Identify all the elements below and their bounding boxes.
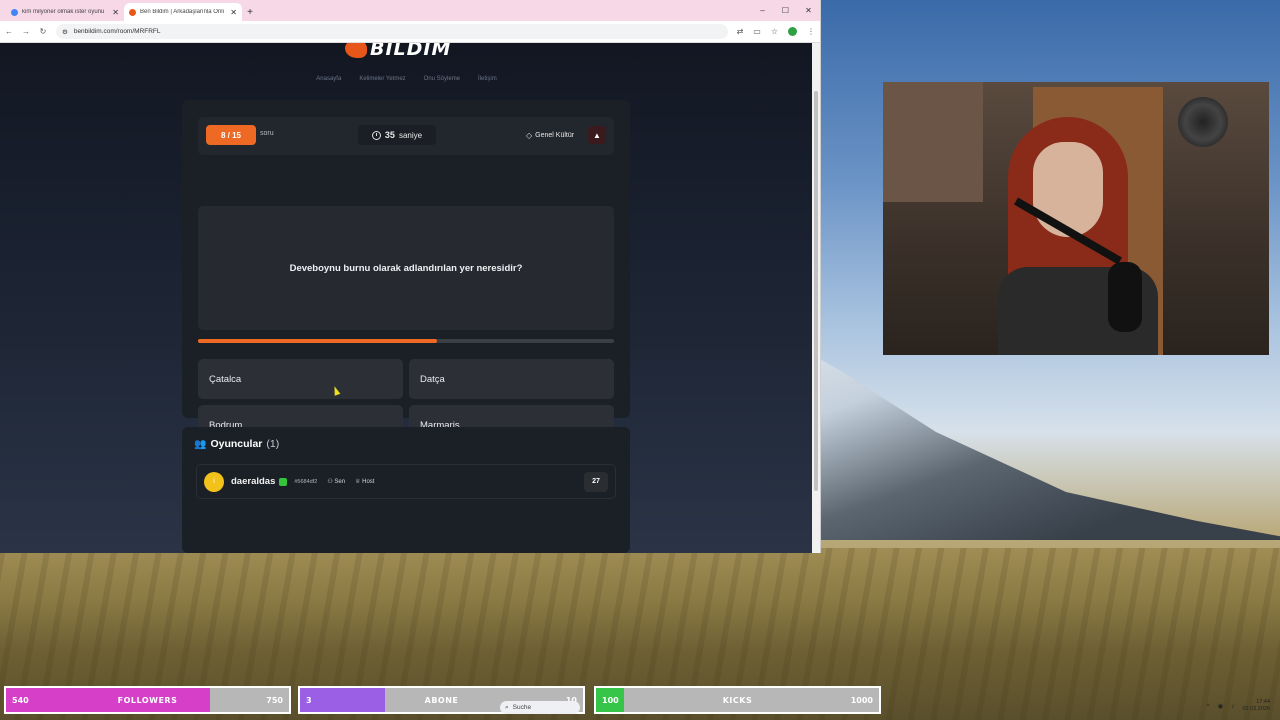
browser-toolbar: ← → ↻ ⚙ benbildim.com/room/MRFRFL ⇄ ▭ ☆ … [0, 21, 820, 43]
webcam-streamer [988, 117, 1168, 355]
logo-mark-icon [345, 43, 367, 58]
players-count: (1) [266, 438, 280, 450]
close-window-button[interactable]: ✕ [797, 0, 820, 21]
reload-icon[interactable]: ↻ [39, 27, 47, 36]
network-icon[interactable]: ◉ [1218, 702, 1224, 710]
tab-kim-milyoner[interactable]: kim milyoner olmak ister oyunu ✕ [6, 3, 124, 21]
goal-followers: 540 FOLLOWERS 750 [4, 686, 291, 714]
toolbar-actions: ⇄ ▭ ☆ ⋮ [737, 27, 815, 36]
webcam-shelf [883, 82, 983, 202]
back-icon[interactable]: ← [5, 27, 13, 36]
cast-icon[interactable]: ▭ [753, 27, 761, 36]
streamer-face [1033, 142, 1103, 237]
player-avatar: i [204, 471, 224, 492]
site-info-icon[interactable]: ⚙ [62, 28, 68, 36]
site-logo[interactable]: BILDIM [345, 43, 451, 61]
tab-close-icon[interactable]: ✕ [112, 8, 119, 17]
clock-icon [371, 130, 381, 140]
goal-kicks-target: 1000 [850, 696, 873, 705]
question-counter-label: soru [260, 130, 274, 137]
search-icon: ⌕ [505, 703, 509, 711]
goal-followers-target: 750 [266, 696, 283, 705]
tab-title: Ben Bildim | Arkadaşlarınla Onli [140, 9, 224, 15]
question-counter: 8 / 15 [206, 125, 256, 145]
site-nav: Anasayfa Kelimeler Yetmez Onu Söyleme İl… [0, 76, 813, 82]
page-scrollbar[interactable] [812, 43, 820, 553]
nav-onu-soyleme[interactable]: Onu Söyleme [424, 76, 460, 82]
webcam-overlay [883, 82, 1269, 355]
users-icon: 👥 [194, 438, 207, 450]
forward-icon[interactable]: → [22, 27, 30, 36]
nav-kelimeler-yetmez[interactable]: Kelimeler Yetmez [359, 76, 405, 82]
minimize-button[interactable]: – [751, 0, 774, 21]
player-row: i daeraldas #5684df2 ⚇ Sen ♕ Host 27 [196, 464, 616, 499]
user-icon: ⚇ [327, 479, 333, 485]
players-header: 👥 Oyuncular (1) [194, 438, 279, 450]
volume-icon[interactable]: ♪ [1231, 703, 1234, 710]
maximize-button[interactable]: ☐ [774, 0, 797, 21]
question-text: Deveboynu burnu olarak adlandırılan yer … [289, 262, 523, 274]
taskbar-date: 02.03.2026 [1242, 706, 1270, 712]
taskbar-clock[interactable]: 17:44 02.03.2026 [1242, 699, 1270, 713]
timer: 35 saniye [358, 125, 436, 145]
nav-iletisim[interactable]: İletişim [478, 76, 497, 82]
player-tag-host: ♕ Host [355, 478, 374, 485]
scrollbar-thumb[interactable] [814, 91, 818, 491]
taskbar-search[interactable]: ⌕ Suche [500, 701, 580, 714]
game-card: 8 / 15 soru 35 saniye ◇ Genel Kültür ▲ D… [182, 100, 630, 445]
time-progress-fill [198, 339, 438, 343]
browser-window: kim milyoner olmak ister oyunu ✕ Ben Bil… [0, 0, 821, 553]
page-content: BILDIM Anasayfa Kelimeler Yetmez Onu Söy… [0, 43, 813, 553]
time-progress-bar [198, 339, 614, 343]
system-tray: ^ ◉ ♪ 17:44 02.03.2026 [1206, 699, 1270, 713]
url-text: benbildim.com/room/MRFRFL [73, 28, 161, 35]
tab-strip: kim milyoner olmak ister oyunu ✕ Ben Bil… [0, 0, 820, 21]
timer-value: 35 [384, 130, 395, 140]
google-favicon-icon [11, 8, 18, 16]
goal-kicks: 100 KICKS 1000 [594, 686, 881, 714]
tray-chevron-icon[interactable]: ^ [1206, 703, 1209, 710]
warning-icon: ▲ [593, 130, 601, 140]
answer-option-datca[interactable]: Datça [409, 359, 614, 399]
microphone [1108, 262, 1142, 332]
question-status-bar: 8 / 15 soru 35 saniye ◇ Genel Kültür ▲ [198, 117, 614, 155]
timer-unit: saniye [398, 130, 423, 140]
new-tab-button[interactable]: + [242, 3, 258, 21]
player-tag-you: ⚇ Sen [327, 478, 345, 485]
answer-option-catalca[interactable]: Çatalca [198, 359, 403, 399]
benbildim-favicon-icon [129, 8, 136, 16]
tab-close-icon[interactable]: ✕ [230, 8, 237, 17]
webcam-dartboard [1178, 97, 1228, 147]
verified-badge-icon [279, 477, 288, 486]
category-text: Genel Kültür [535, 132, 575, 139]
question-box: Deveboynu burnu olarak adlandırılan yer … [198, 206, 614, 330]
logo-text: BILDIM [370, 43, 452, 60]
taskbar-search-placeholder: Suche [512, 704, 532, 711]
window-controls: – ☐ ✕ [751, 0, 820, 21]
player-tag-host-label: Host [362, 479, 375, 485]
address-bar[interactable]: ⚙ benbildim.com/room/MRFRFL [56, 24, 728, 39]
player-tag-you-label: Sen [334, 479, 346, 485]
tab-title: kim milyoner olmak ister oyunu [22, 9, 105, 15]
profile-avatar[interactable] [788, 27, 797, 36]
player-score: 27 [584, 471, 608, 492]
bookmark-star-icon[interactable]: ☆ [771, 27, 778, 36]
taskbar-time: 17:44 [1256, 699, 1270, 705]
player-id: #5684df2 [294, 478, 318, 485]
crown-icon: ♕ [355, 479, 361, 485]
tab-ben-bildim[interactable]: Ben Bildim | Arkadaşlarınla Onli ✕ [124, 3, 242, 21]
players-title: Oyuncular [210, 438, 263, 450]
goal-followers-label: FOLLOWERS [117, 696, 178, 705]
player-name: daeraldas [231, 476, 276, 487]
translate-icon[interactable]: ⇄ [737, 27, 744, 36]
report-button[interactable]: ▲ [588, 126, 606, 144]
category-label: ◇ Genel Kültür [526, 131, 574, 140]
players-card: 👥 Oyuncular (1) i daeraldas #5684df2 ⚇ S… [182, 427, 630, 553]
goal-kicks-label: KICKS [722, 696, 753, 705]
menu-kebab-icon[interactable]: ⋮ [807, 27, 815, 36]
tag-icon: ◇ [526, 131, 533, 140]
nav-anasayfa[interactable]: Anasayfa [316, 76, 341, 82]
